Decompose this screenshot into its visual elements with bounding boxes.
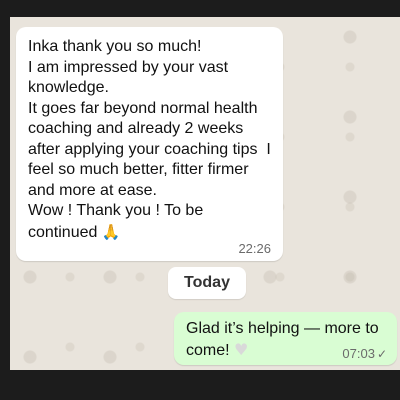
date-separator: Today	[168, 267, 246, 299]
incoming-message-bubble[interactable]: Inka thank you so much! I am impressed b…	[16, 27, 283, 261]
outgoing-message-bubble[interactable]: Glad it’s helping — more to come! ♥ 07:0…	[174, 312, 397, 365]
sent-check-icon: ✓	[376, 347, 387, 361]
heart-emoji-icon: ♥	[234, 340, 249, 359]
incoming-message-text-container: Inka thank you so much! I am impressed b…	[28, 37, 273, 243]
outgoing-message-meta: 07:03 ✓	[342, 346, 387, 361]
incoming-message-text: Inka thank you so much! I am impressed b…	[28, 38, 271, 241]
praying-hands-emoji-icon: 🙏	[101, 222, 121, 241]
outgoing-message-timestamp: 07:03	[342, 346, 375, 361]
chat-window: Inka thank you so much! I am impressed b…	[10, 17, 400, 370]
incoming-message-timestamp: 22:26	[238, 241, 271, 256]
